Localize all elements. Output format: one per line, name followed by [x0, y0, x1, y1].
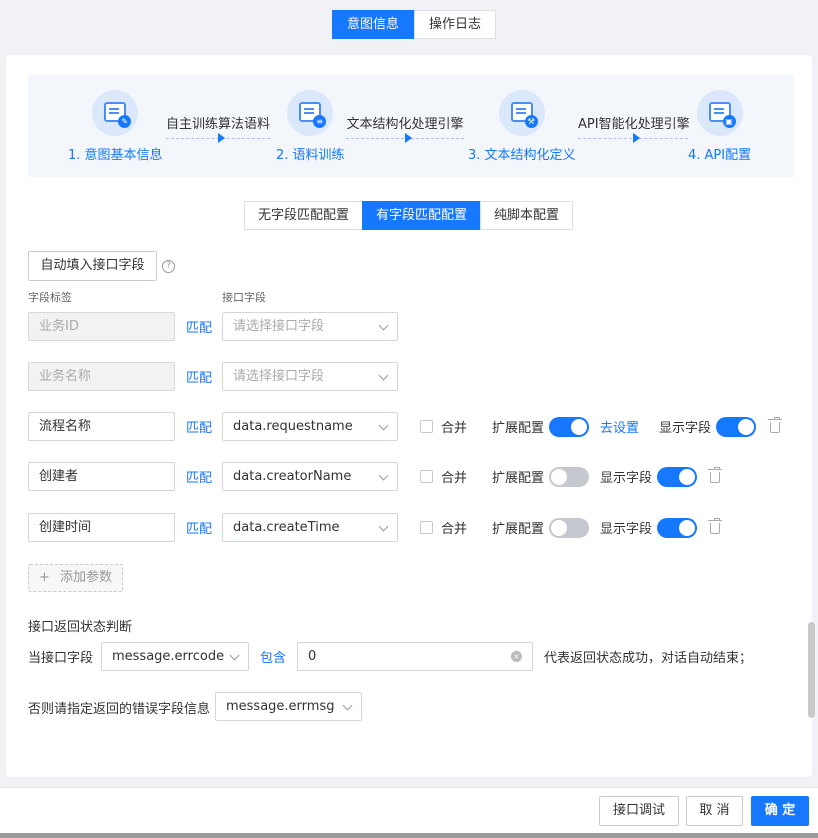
cancel-button[interactable]: 取 消: [686, 796, 743, 826]
extend-config-switch[interactable]: [549, 518, 589, 538]
tab-operation-log[interactable]: 操作日志: [414, 10, 497, 39]
trash-icon[interactable]: [708, 518, 722, 534]
step-3[interactable]: ⚒ 3. 文本结构化定义: [468, 90, 576, 163]
business-id-field: 业务ID: [28, 312, 175, 341]
tab-no-field-match[interactable]: 无字段匹配配置: [244, 201, 364, 230]
tab-pure-script[interactable]: 纯脚本配置: [480, 201, 574, 230]
status-result-text: 代表返回状态成功，对话自动结束；: [544, 651, 753, 666]
extend-config-label: 扩展配置: [492, 471, 545, 486]
intent-info-icon: ✎: [92, 90, 139, 136]
show-field-switch[interactable]: [657, 518, 697, 538]
arrow-right-icon: [346, 133, 464, 143]
merge-checkbox[interactable]: [420, 521, 433, 534]
extend-config-label: 扩展配置: [492, 421, 545, 436]
chevron-down-icon: [378, 470, 389, 481]
chevron-down-icon: [378, 320, 389, 331]
chevron-down-icon: [229, 650, 240, 661]
match-link[interactable]: 匹配: [186, 518, 212, 537]
add-param-label: 添加参数: [60, 570, 113, 585]
match-link[interactable]: 匹配: [186, 417, 212, 436]
corpus-training-icon: ≡: [287, 90, 334, 136]
step-progress: ✎ 1. 意图基本信息 ≡ 2. 语料训练 ⚒ 3. 文本结构化定义 ▣ 4. …: [28, 75, 794, 177]
connector-2-label: 文本结构化处理引擎: [346, 117, 464, 132]
step-1[interactable]: ✎ 1. 意图基本信息: [68, 90, 163, 163]
status-section-title: 接口返回状态判断: [28, 620, 133, 635]
show-field-switch[interactable]: [657, 467, 697, 487]
field-label-input[interactable]: 创建时间: [28, 513, 175, 542]
contains-link[interactable]: 包含: [260, 647, 286, 666]
trash-icon[interactable]: [768, 417, 782, 433]
goto-settings-link[interactable]: 去设置: [600, 417, 639, 436]
field-label-input[interactable]: 创建者: [28, 462, 175, 491]
text-structure-icon: ⚒: [498, 90, 545, 136]
status-value-input[interactable]: 0 ×: [297, 642, 533, 671]
merge-label: 合并: [441, 522, 468, 537]
confirm-button[interactable]: 确 定: [751, 796, 809, 826]
connector-3: API智能化处理引擎: [578, 113, 690, 143]
help-icon[interactable]: ?: [162, 260, 175, 273]
extend-config-switch[interactable]: [549, 417, 589, 437]
chevron-down-icon: [378, 370, 389, 381]
step-1-label: 1. 意图基本信息: [68, 148, 163, 163]
show-field-switch[interactable]: [716, 417, 756, 437]
extend-config-switch[interactable]: [549, 467, 589, 487]
step-2-label: 2. 语料训练: [276, 148, 345, 163]
match-link[interactable]: 匹配: [186, 467, 212, 486]
trash-icon[interactable]: [708, 467, 722, 483]
connector-2: 文本结构化处理引擎: [346, 113, 464, 143]
top-tabs: 意图信息 操作日志: [332, 10, 497, 39]
show-field-label: 显示字段: [659, 421, 712, 436]
connector-1-label: 自主训练算法语料: [166, 117, 271, 132]
api-field-select[interactable]: data.createTime: [222, 513, 398, 542]
when-field-label: 当接口字段: [28, 651, 94, 666]
api-field-select[interactable]: data.creatorName: [222, 462, 398, 491]
step-4-label: 4. API配置: [688, 148, 752, 163]
else-label: 否则请指定返回的错误字段信息: [28, 702, 211, 717]
business-name-field: 业务名称: [28, 362, 175, 391]
match-link[interactable]: 匹配: [186, 317, 212, 336]
footer: 接口调试 取 消 确 定: [0, 787, 818, 833]
merge-checkbox[interactable]: [420, 420, 433, 433]
bottom-bar: [0, 833, 818, 838]
clear-icon[interactable]: ×: [511, 651, 522, 662]
status-field-select[interactable]: message.errcode: [101, 642, 249, 671]
arrow-right-icon: [166, 133, 270, 143]
add-param-button[interactable]: + 添加参数: [28, 564, 124, 592]
tab-field-match[interactable]: 有字段匹配配置: [362, 201, 482, 230]
field-label-input[interactable]: 流程名称: [28, 412, 175, 441]
match-link[interactable]: 匹配: [186, 367, 212, 386]
merge-label: 合并: [441, 471, 468, 486]
tab-intent-info[interactable]: 意图信息: [332, 10, 415, 39]
chevron-down-icon: [378, 420, 389, 431]
arrow-right-icon: [578, 133, 688, 143]
show-field-label: 显示字段: [600, 471, 653, 486]
show-field-label: 显示字段: [600, 522, 653, 537]
step-3-label: 3. 文本结构化定义: [468, 148, 576, 163]
plus-icon: +: [39, 570, 50, 585]
merge-checkbox[interactable]: [420, 470, 433, 483]
api-field-header: 接口字段: [222, 291, 266, 304]
extend-config-label: 扩展配置: [492, 522, 545, 537]
api-field-select[interactable]: 请选择接口字段: [222, 362, 398, 391]
main-card: ✎ 1. 意图基本信息 ≡ 2. 语料训练 ⚒ 3. 文本结构化定义 ▣ 4. …: [6, 55, 812, 777]
debug-button[interactable]: 接口调试: [599, 796, 679, 826]
api-field-select[interactable]: data.requestname: [222, 412, 398, 441]
step-4[interactable]: ▣ 4. API配置: [688, 90, 751, 163]
step-2[interactable]: ≡ 2. 语料训练: [276, 90, 345, 163]
error-field-select[interactable]: message.errmsg: [215, 692, 362, 721]
connector-1: 自主训练算法语料: [166, 113, 271, 143]
connector-3-label: API智能化处理引擎: [578, 117, 690, 132]
chevron-down-icon: [378, 521, 389, 532]
merge-label: 合并: [441, 421, 468, 436]
chevron-down-icon: [342, 700, 353, 711]
api-config-icon: ▣: [696, 90, 743, 136]
scrollbar[interactable]: [808, 622, 815, 718]
autofill-button[interactable]: 自动填入接口字段: [28, 251, 157, 281]
api-field-select[interactable]: 请选择接口字段: [222, 312, 398, 341]
mode-tabs: 无字段匹配配置 有字段匹配配置 纯脚本配置: [244, 201, 574, 230]
field-label-header: 字段标签: [28, 291, 72, 304]
